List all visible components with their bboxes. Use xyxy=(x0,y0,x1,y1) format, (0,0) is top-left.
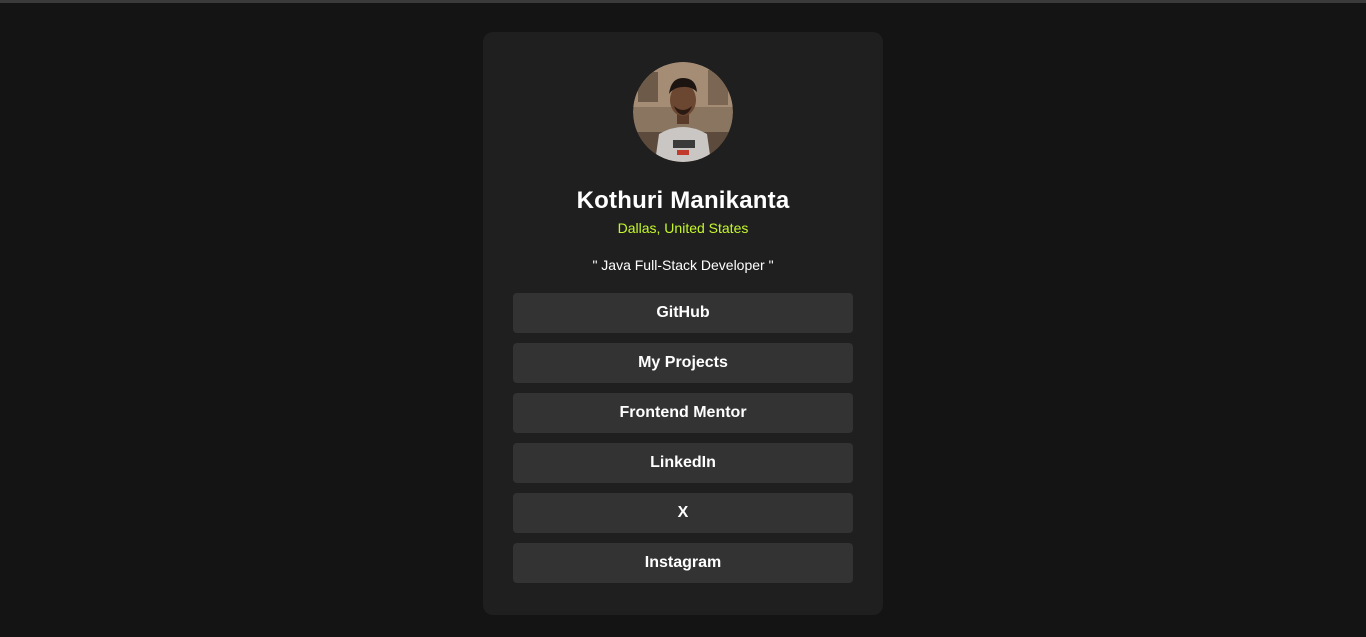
linkedin-link-button[interactable]: LinkedIn xyxy=(513,443,853,483)
my-projects-link-button[interactable]: My Projects xyxy=(513,343,853,383)
avatar xyxy=(633,62,733,162)
profile-name: Kothuri Manikanta xyxy=(576,187,790,214)
instagram-link-button[interactable]: Instagram xyxy=(513,543,853,583)
github-link-button[interactable]: GitHub xyxy=(513,293,853,333)
profile-location: Dallas, United States xyxy=(617,220,749,236)
profile-card: Kothuri Manikanta Dallas, United States … xyxy=(483,32,883,615)
frontend-mentor-link-button[interactable]: Frontend Mentor xyxy=(513,393,853,433)
browser-top-border xyxy=(0,0,1366,3)
profile-tagline: " Java Full-Stack Developer " xyxy=(592,257,774,273)
social-links-list: GitHub My Projects Frontend Mentor Linke… xyxy=(513,293,853,583)
x-link-button[interactable]: X xyxy=(513,493,853,533)
